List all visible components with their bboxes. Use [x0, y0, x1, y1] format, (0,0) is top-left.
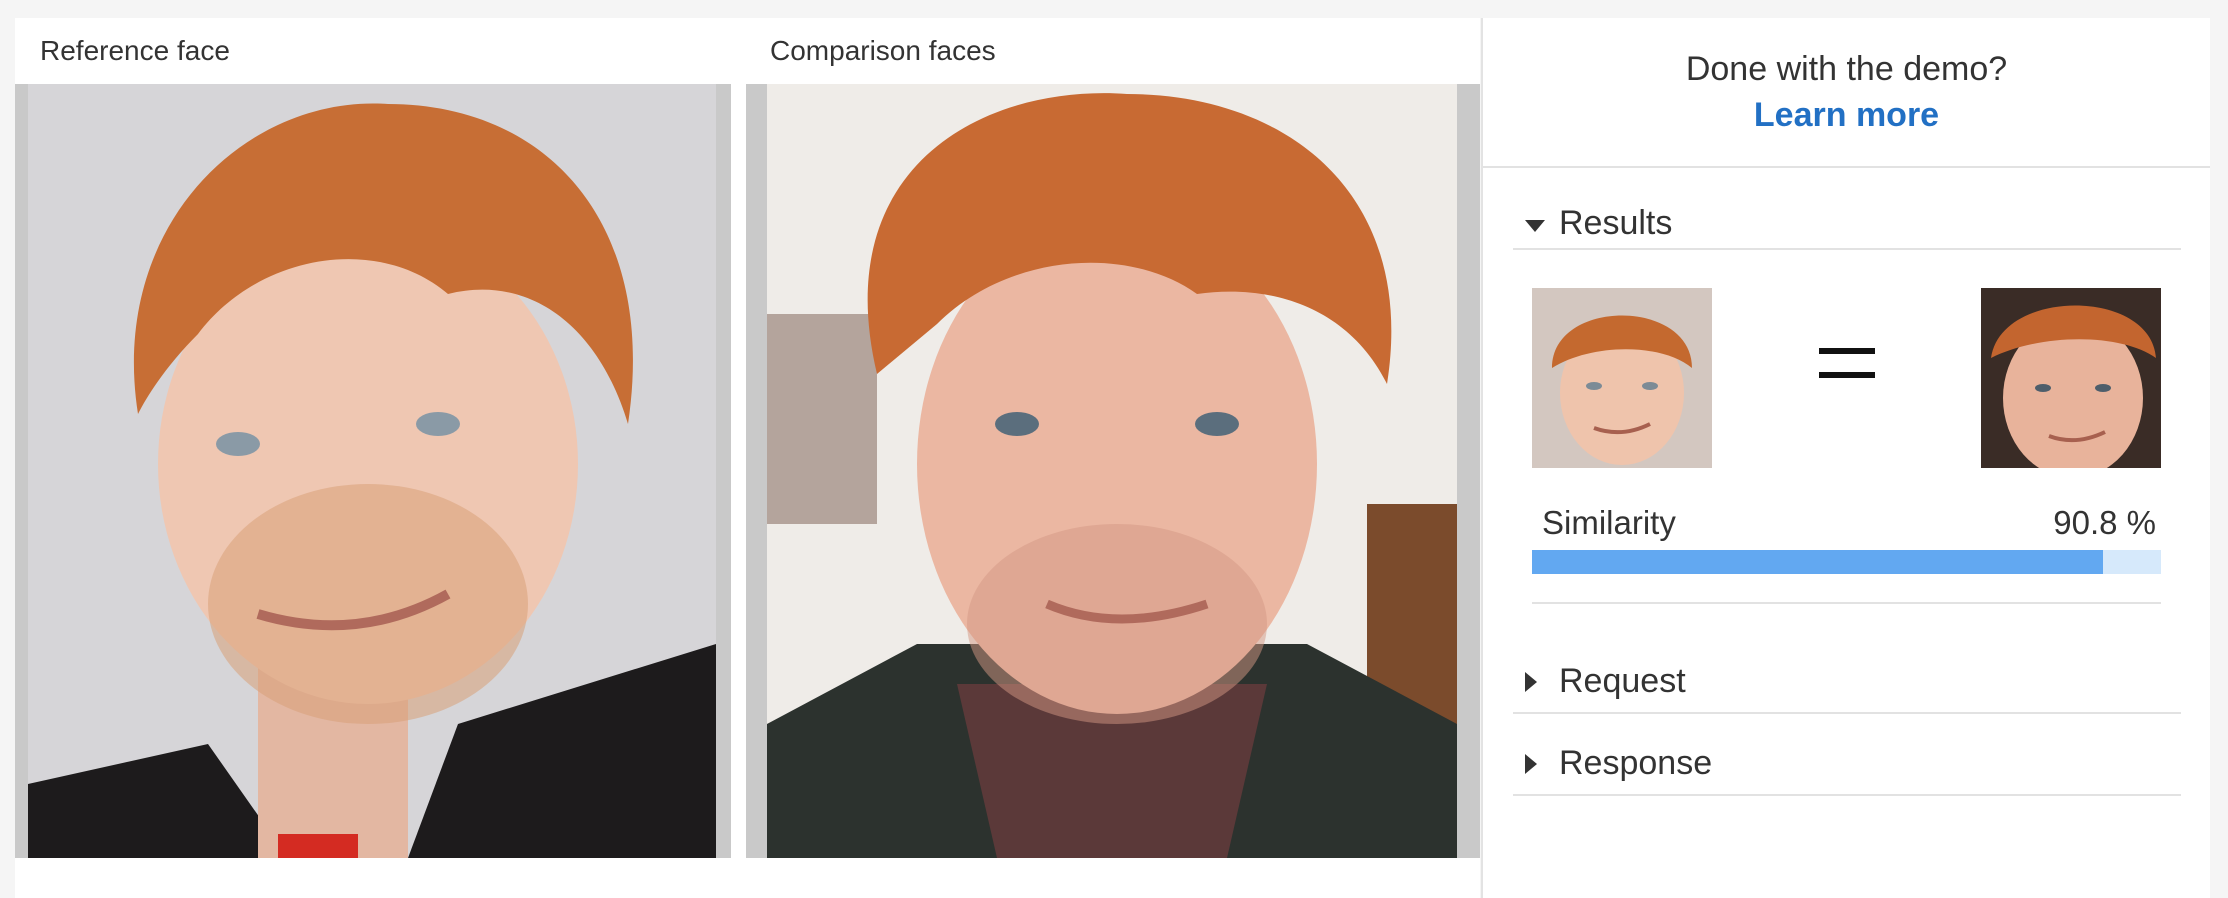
response-toggle[interactable]: Response [1513, 736, 2181, 796]
comparison-thumbnail [1981, 288, 2161, 468]
response-label: Response [1559, 744, 1713, 782]
similarity-value: 90.8 % [2053, 504, 2156, 541]
similarity-bar-fill [1532, 550, 2104, 574]
reference-face-frame [15, 84, 731, 858]
divider [1513, 248, 2181, 250]
caret-right-icon [1525, 754, 1537, 774]
results-label: Results [1559, 204, 1673, 242]
reference-face-image[interactable] [28, 84, 716, 858]
divider [1513, 794, 2181, 796]
request-label: Request [1559, 662, 1686, 700]
learn-more-link[interactable]: Learn more [1483, 96, 2210, 135]
divider [1513, 712, 2181, 714]
comparison-face-image[interactable] [767, 84, 1457, 858]
reference-face-label: Reference face [40, 35, 230, 66]
similarity-bar [1532, 550, 2161, 574]
comparison-face-frame [746, 84, 1480, 858]
results-toggle[interactable]: Results [1513, 196, 2181, 256]
reference-thumbnail [1532, 288, 1712, 468]
caret-down-icon [1525, 220, 1545, 232]
divider [1532, 602, 2161, 604]
demo-title: Done with the demo? [1685, 50, 2008, 88]
caret-right-icon [1525, 672, 1537, 692]
divider [1483, 166, 2210, 168]
results-panel: Done with the demo? Learn more Results S… [1481, 18, 2210, 898]
request-toggle[interactable]: Request [1513, 654, 2181, 714]
comparison-faces-label: Comparison faces [770, 35, 996, 66]
faces-panel: Reference face Comparison faces [15, 18, 1480, 898]
equals-icon [1819, 348, 1875, 396]
similarity-label: Similarity [1542, 504, 1676, 541]
